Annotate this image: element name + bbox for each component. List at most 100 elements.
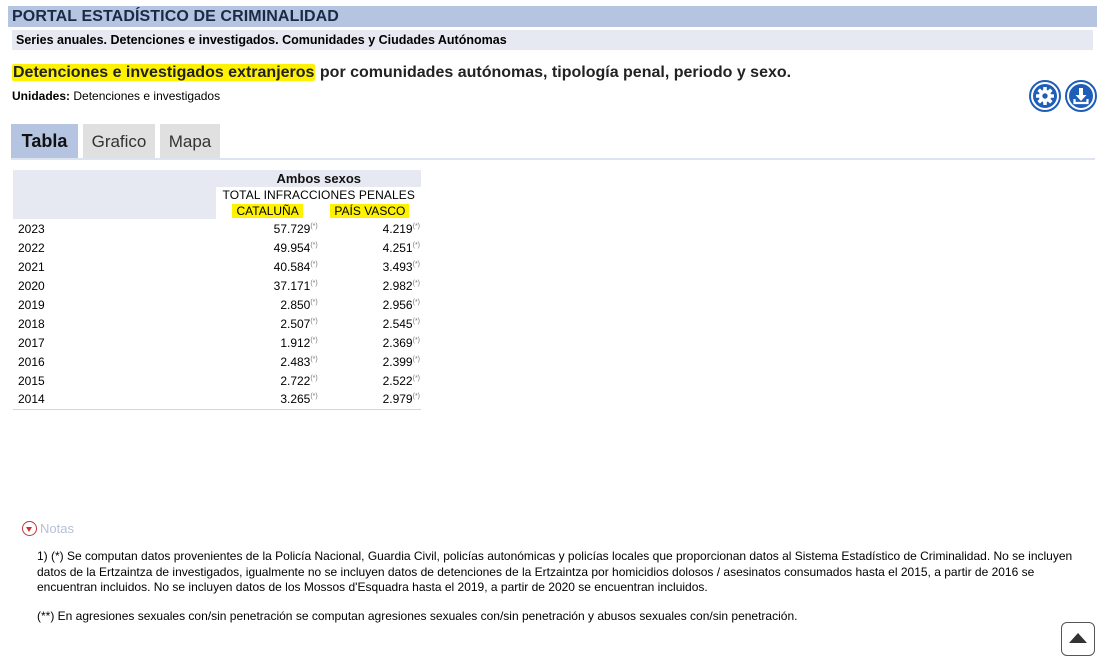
cell-number: 2.545 xyxy=(382,316,413,331)
note-marker: (*) xyxy=(310,260,318,268)
note-marker: (*) xyxy=(310,279,318,287)
header-sex: Ambos sexos xyxy=(216,170,421,187)
cell-value: 2.507(*) xyxy=(216,314,318,333)
cell-number: 49.954 xyxy=(273,240,311,255)
row-year: 2023 xyxy=(18,221,45,236)
cell-number: 2.369 xyxy=(382,335,413,350)
cell-value: 2.956(*) xyxy=(319,295,421,314)
tab-grafico[interactable]: Grafico xyxy=(83,124,155,159)
table-row: 2021 40.584(*) 3.493(*) xyxy=(13,257,421,276)
note-marker: (*) xyxy=(412,317,420,325)
note-1: 1) (*) Se computan datos provenientes de… xyxy=(37,549,1073,594)
region-label: CATALUÑA xyxy=(232,204,303,218)
series-title-bar: Series anuales. Detenciones e investigad… xyxy=(12,30,1093,50)
cell-number: 1.912 xyxy=(280,335,311,350)
series-title: Series anuales. Detenciones e investigad… xyxy=(16,33,507,47)
row-year: 2016 xyxy=(18,354,45,369)
cell-number: 2.982 xyxy=(382,278,413,293)
cell-value: 2.850(*) xyxy=(216,295,318,314)
download-button[interactable] xyxy=(1065,80,1097,112)
cell-value: 1.912(*) xyxy=(216,333,318,352)
page-title-highlight: Detenciones e investigados extranjeros xyxy=(12,64,316,81)
header-region-pais-vasco: PAÍS VASCO xyxy=(319,203,421,219)
row-year: 2019 xyxy=(18,297,45,312)
cell-number: 2.483 xyxy=(280,354,311,369)
note-marker: (*) xyxy=(310,393,318,401)
cell-value: 2.369(*) xyxy=(319,333,421,352)
page-title: Detenciones e investigados extranjeros p… xyxy=(12,64,791,82)
note-marker: (*) xyxy=(310,317,318,325)
cell-number: 2.522 xyxy=(382,373,413,388)
tab-mapa[interactable]: Mapa xyxy=(160,124,220,159)
settings-button[interactable] xyxy=(1029,80,1061,112)
cell-value: 3.493(*) xyxy=(319,257,421,276)
cell-value: 2.522(*) xyxy=(319,371,421,390)
cell-number: 2.722 xyxy=(280,373,311,388)
note-marker: (*) xyxy=(412,222,420,230)
cell-number: 2.850 xyxy=(280,297,311,312)
row-year: 2018 xyxy=(18,316,45,331)
table-row: 2023 57.729(*) 4.219(*) xyxy=(13,219,421,238)
page-title-rest: por comunidades autónomas, tipología pen… xyxy=(315,64,792,81)
row-year: 2017 xyxy=(18,335,45,350)
table-row: 2014 3.265(*) 2.979(*) xyxy=(13,390,421,410)
tab-divider xyxy=(11,158,1095,160)
row-year: 2021 xyxy=(18,259,45,274)
cell-value: 2.399(*) xyxy=(319,352,421,371)
cell-value: 4.251(*) xyxy=(319,238,421,257)
cell-value: 3.265(*) xyxy=(216,390,319,410)
cell-number: 4.219 xyxy=(382,221,413,236)
units-line: Unidades: Detenciones e investigados xyxy=(12,89,220,103)
region-label: PAÍS VASCO xyxy=(330,204,410,218)
note-marker: (*) xyxy=(310,355,318,363)
note-marker: (*) xyxy=(412,393,420,401)
table-header-row: Ambos sexos xyxy=(13,170,421,219)
gear-icon xyxy=(1033,84,1057,108)
cell-value: 37.171(*) xyxy=(216,276,318,295)
note-marker: (*) xyxy=(412,336,420,344)
table-row: 2022 49.954(*) 4.251(*) xyxy=(13,238,421,257)
cell-value: 57.729(*) xyxy=(216,219,318,238)
note-marker: (*) xyxy=(310,222,318,230)
note-marker: (*) xyxy=(310,374,318,382)
note-marker: (*) xyxy=(412,260,420,268)
cell-number: 37.171 xyxy=(273,278,311,293)
note-marker: (*) xyxy=(412,241,420,249)
note-marker: (*) xyxy=(310,336,318,344)
row-year: 2020 xyxy=(18,278,45,293)
header-crime-type: TOTAL INFRACCIONES PENALES xyxy=(222,188,415,202)
note-marker: (*) xyxy=(310,298,318,306)
download-icon xyxy=(1069,84,1093,108)
table-corner-cell xyxy=(13,170,217,219)
table-row: 2016 2.483(*) 2.399(*) xyxy=(13,352,421,371)
table-row: 2015 2.722(*) 2.522(*) xyxy=(13,371,421,390)
note-marker: (*) xyxy=(412,298,420,306)
scroll-to-top-button[interactable] xyxy=(1061,622,1095,656)
cell-number: 2.956 xyxy=(382,297,413,312)
cell-value: 49.954(*) xyxy=(216,238,318,257)
cell-value: 2.722(*) xyxy=(216,371,318,390)
note-2: (**) En agresiones sexuales con/sin pene… xyxy=(37,609,798,623)
cell-value: 4.219(*) xyxy=(319,219,421,238)
notes-toggle[interactable]: Notas xyxy=(22,521,74,536)
cell-number: 40.584 xyxy=(273,259,311,274)
units-label: Unidades: xyxy=(12,89,71,103)
cell-value: 40.584(*) xyxy=(216,257,318,276)
data-table: Ambos sexos TOTAL INFRACCIONES PENALES C… xyxy=(13,170,421,410)
portal-title: PORTAL ESTADÍSTICO DE CRIMINALIDAD xyxy=(12,8,339,25)
header-region-cataluna: CATALUÑA xyxy=(216,203,318,219)
cell-value: 2.982(*) xyxy=(319,276,421,295)
cell-number: 4.251 xyxy=(382,240,413,255)
chevron-down-icon xyxy=(22,521,37,536)
row-year: 2014 xyxy=(13,390,217,410)
cell-number: 2.507 xyxy=(280,316,311,331)
table-row: 2019 2.850(*) 2.956(*) xyxy=(13,295,421,314)
cell-value: 2.979(*) xyxy=(318,390,421,410)
cell-number: 2.399 xyxy=(382,354,413,369)
row-year: 2022 xyxy=(18,240,45,255)
note-marker: (*) xyxy=(412,355,420,363)
note-marker: (*) xyxy=(310,241,318,249)
note-marker: (*) xyxy=(412,279,420,287)
tab-tabla[interactable]: Tabla xyxy=(11,124,78,159)
portal-title-bar: PORTAL ESTADÍSTICO DE CRIMINALIDAD xyxy=(8,6,1097,27)
